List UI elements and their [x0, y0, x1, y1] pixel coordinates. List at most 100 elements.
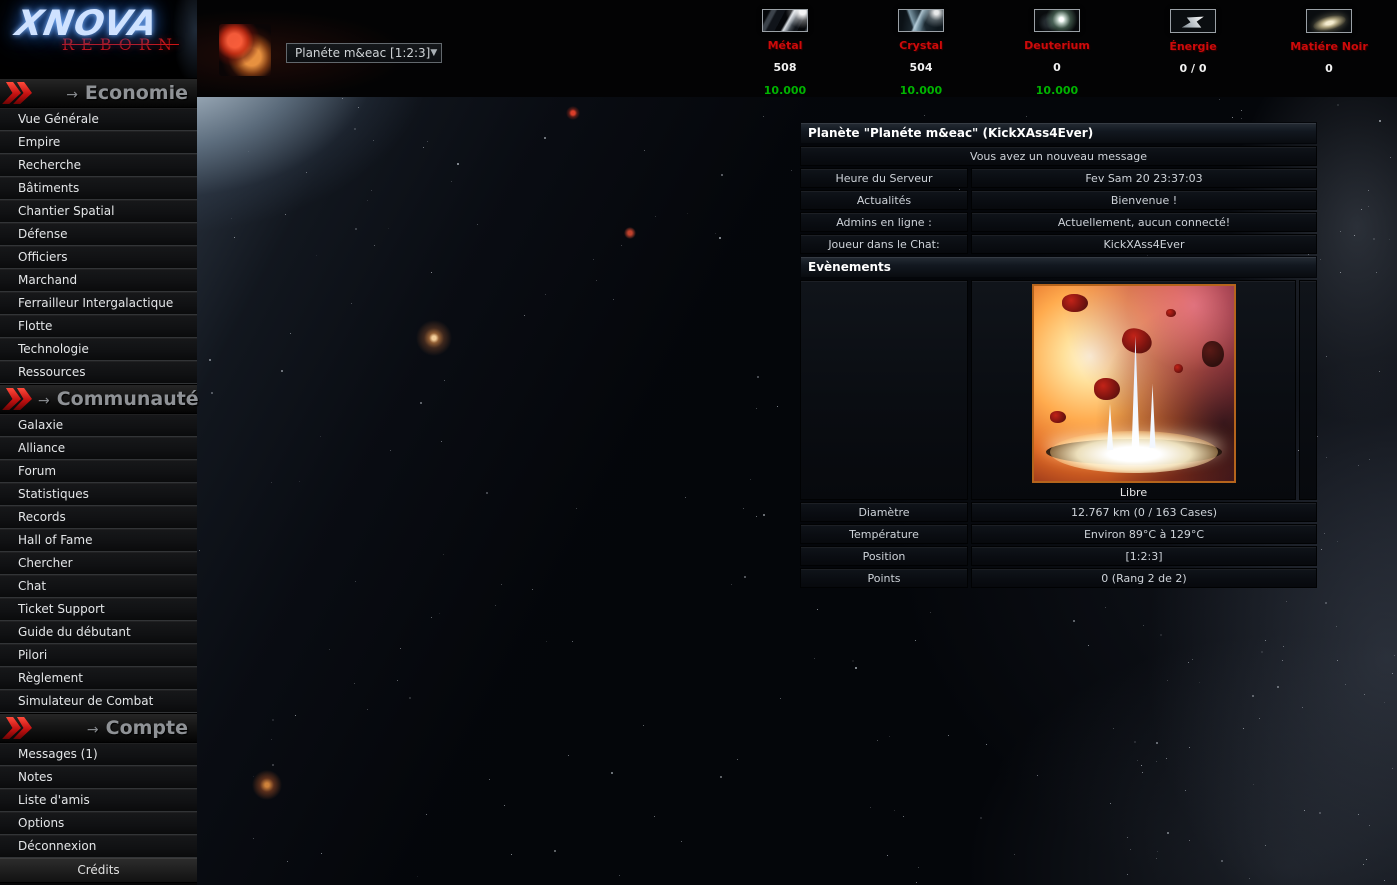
- sidebar-item-chercher[interactable]: Chercher: [0, 552, 197, 575]
- dark-matter-icon: [1306, 9, 1352, 33]
- row-value: Fev Sam 20 23:37:03: [971, 168, 1317, 188]
- sidebar-item-galaxie[interactable]: Galaxie: [0, 414, 197, 437]
- sidebar-item-chantier-spatial[interactable]: Chantier Spatial: [0, 200, 197, 223]
- sidebar-item-reglement[interactable]: Règlement: [0, 667, 197, 690]
- sidebar-item-marchand[interactable]: Marchand: [0, 269, 197, 292]
- sidebar-item-ferrailleur-intergalactique[interactable]: Ferrailleur Intergalactique: [0, 292, 197, 315]
- row-value: Environ 89°C à 129°C: [971, 524, 1317, 544]
- sidebar-item-alliance[interactable]: Alliance: [0, 437, 197, 460]
- row-value: 0 (Rang 2 de 2): [971, 568, 1317, 588]
- row-value: 12.767 km (0 / 163 Cases): [971, 502, 1317, 522]
- planet-select[interactable]: Planéte m&eac [1:2:3] ▼: [286, 43, 442, 63]
- table-row: Points 0 (Rang 2 de 2): [800, 568, 1317, 588]
- asteroid: [1094, 378, 1120, 400]
- table-row: Actualités Bienvenue !: [800, 190, 1317, 210]
- section-label: Compte: [106, 717, 188, 739]
- resource-bar: Métal 508 10.000 Crystal 504 10.000 Deut…: [717, 9, 1397, 97]
- sidebar-item-guide-du-debutant[interactable]: Guide du débutant: [0, 621, 197, 644]
- events-main-slot: Libre: [971, 280, 1296, 500]
- resource-capacity: 10.000: [1036, 84, 1078, 97]
- panel-title: Planète "Planéte m&eac" (KickXAss4Ever): [800, 122, 1317, 144]
- energy-icon: [1170, 9, 1216, 33]
- resource-name: Deuterium: [1024, 39, 1090, 52]
- section-label: Economie: [85, 82, 188, 104]
- row-label: Points: [800, 568, 968, 588]
- table-row: Position [1:2:3]: [800, 546, 1317, 566]
- resource-value: 508: [774, 61, 797, 74]
- sidebar: XNOVA REBORN → Economie Vue Générale Empi…: [0, 0, 197, 885]
- resource-deuterium: Deuterium 0 10.000: [989, 9, 1125, 97]
- sidebar-item-empire[interactable]: Empire: [0, 131, 197, 154]
- sidebar-item-technologie[interactable]: Technologie: [0, 338, 197, 361]
- sidebar-item-options[interactable]: Options: [0, 812, 197, 835]
- topbar: Planéte m&eac [1:2:3] ▼ Métal 508 10.000…: [197, 0, 1397, 97]
- sidebar-item-deconnexion[interactable]: Déconnexion: [0, 835, 197, 858]
- resource-name: Énergie: [1169, 40, 1216, 53]
- resource-value: 0: [1053, 61, 1061, 74]
- metal-icon: [762, 9, 808, 32]
- sidebar-item-officiers[interactable]: Officiers: [0, 246, 197, 269]
- resource-name: Matiére Noir: [1290, 40, 1368, 53]
- arrow-icon: →: [38, 393, 50, 409]
- sidebar-item-flotte[interactable]: Flotte: [0, 315, 197, 338]
- planet-event-image: [1032, 284, 1236, 483]
- row-value: KickXAss4Ever: [971, 234, 1317, 254]
- resource-capacity: 10.000: [900, 84, 942, 97]
- resource-capacity: 10.000: [764, 84, 806, 97]
- sidebar-item-messages[interactable]: Messages (1): [0, 743, 197, 766]
- resource-crystal: Crystal 504 10.000: [853, 9, 989, 97]
- sidebar-item-hall-of-fame[interactable]: Hall of Fame: [0, 529, 197, 552]
- sidebar-item-ticket-support[interactable]: Ticket Support: [0, 598, 197, 621]
- sidebar-item-records[interactable]: Records: [0, 506, 197, 529]
- double-chevron-icon: [2, 81, 38, 105]
- arrow-icon: →: [66, 87, 78, 103]
- app-logo[interactable]: XNOVA REBORN: [0, 0, 197, 78]
- asteroid: [1119, 325, 1155, 357]
- events-header: Evènements: [800, 256, 1317, 278]
- resource-value: 504: [910, 61, 933, 74]
- sidebar-item-liste-damis[interactable]: Liste d'amis: [0, 789, 197, 812]
- row-value: Actuellement, aucun connecté!: [971, 212, 1317, 232]
- credits-link[interactable]: Crédits: [0, 858, 197, 883]
- crystal-icon: [898, 9, 944, 32]
- deuterium-icon: [1034, 9, 1080, 32]
- resource-value: 0 / 0: [1180, 62, 1207, 75]
- new-message-banner[interactable]: Vous avez un nouveau message: [800, 146, 1317, 166]
- table-row: Vous avez un nouveau message: [800, 146, 1317, 166]
- sidebar-item-chat[interactable]: Chat: [0, 575, 197, 598]
- sidebar-item-notes[interactable]: Notes: [0, 766, 197, 789]
- sidebar-item-statistiques[interactable]: Statistiques: [0, 483, 197, 506]
- resource-name: Métal: [768, 39, 803, 52]
- table-row: Joueur dans le Chat: KickXAss4Ever: [800, 234, 1317, 254]
- section-header-compte: → Compte: [0, 713, 197, 743]
- asteroid: [1174, 364, 1183, 373]
- resource-metal: Métal 508 10.000: [717, 9, 853, 97]
- table-row: Diamètre 12.767 km (0 / 163 Cases): [800, 502, 1317, 522]
- sidebar-item-batiments[interactable]: Bâtiments: [0, 177, 197, 200]
- sidebar-item-pilori[interactable]: Pilori: [0, 644, 197, 667]
- double-chevron-icon: [2, 387, 38, 411]
- planet-thumbnail: [219, 24, 271, 76]
- overview-panel: Planète "Planéte m&eac" (KickXAss4Ever) …: [800, 122, 1317, 588]
- table-row: Heure du Serveur Fev Sam 20 23:37:03: [800, 168, 1317, 188]
- sidebar-item-defense[interactable]: Défense: [0, 223, 197, 246]
- asteroid: [1050, 411, 1066, 423]
- row-label: Diamètre: [800, 502, 968, 522]
- sidebar-item-vue-generale[interactable]: Vue Générale: [0, 108, 197, 131]
- table-row: Admins en ligne : Actuellement, aucun co…: [800, 212, 1317, 232]
- asteroid: [1166, 309, 1176, 317]
- planet-select-value: Planéte m&eac [1:2:3]: [295, 46, 430, 60]
- sidebar-item-forum[interactable]: Forum: [0, 460, 197, 483]
- section-header-economie: → Economie: [0, 78, 197, 108]
- arrow-icon: →: [87, 722, 99, 738]
- row-label: Admins en ligne :: [800, 212, 968, 232]
- asteroid: [1202, 341, 1224, 367]
- section-header-communaute: →Communauté: [0, 384, 197, 414]
- sidebar-item-ressources[interactable]: Ressources: [0, 361, 197, 384]
- dropdown-caret-icon: ▼: [430, 48, 437, 58]
- sidebar-item-recherche[interactable]: Recherche: [0, 154, 197, 177]
- sidebar-item-simulateur-de-combat[interactable]: Simulateur de Combat: [0, 690, 197, 713]
- row-label: Position: [800, 546, 968, 566]
- events-body: Libre: [800, 280, 1317, 500]
- events-left-slot: [800, 280, 968, 500]
